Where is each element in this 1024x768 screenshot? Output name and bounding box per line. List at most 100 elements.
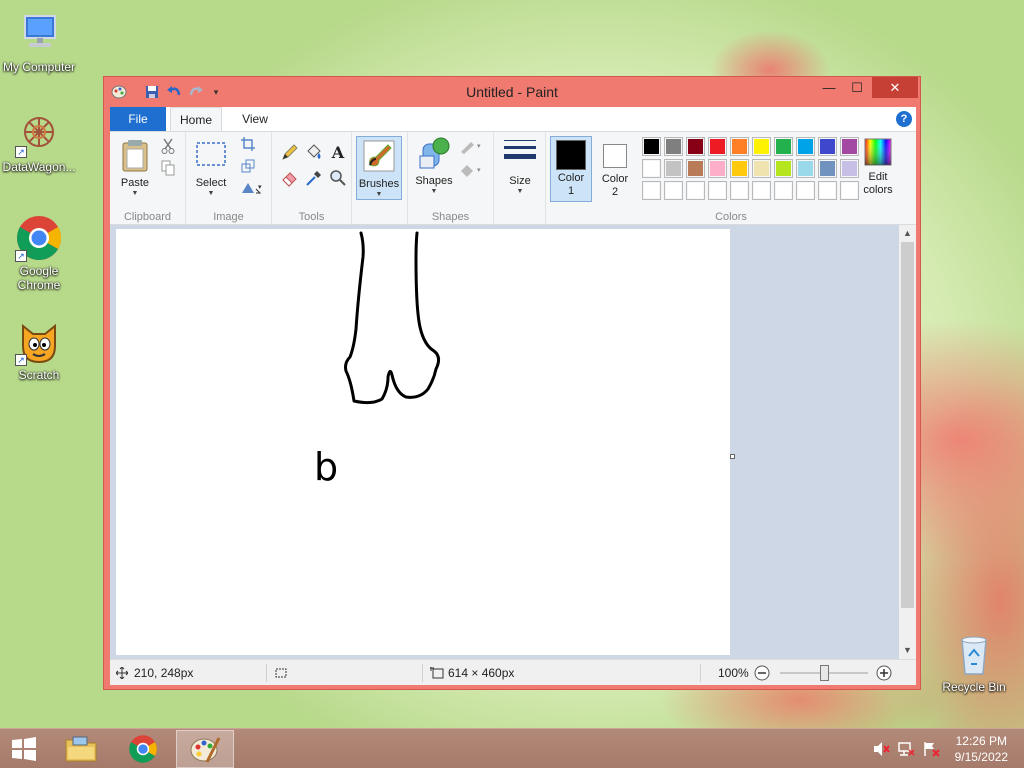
palette-swatch[interactable] xyxy=(840,159,859,178)
desktop-icon-my-computer[interactable]: My Computer xyxy=(1,10,77,74)
palette-swatch[interactable] xyxy=(642,137,661,156)
magnifier-icon[interactable] xyxy=(328,168,348,188)
palette-swatch[interactable] xyxy=(774,137,793,156)
palette-swatch[interactable] xyxy=(686,181,705,200)
title-bar[interactable]: ▾ Untitled - Paint — ☐ ✕ xyxy=(104,77,920,107)
select-button[interactable]: Select ▼ xyxy=(192,140,230,198)
color-picker-icon[interactable] xyxy=(304,168,324,188)
palette-swatch[interactable] xyxy=(840,181,859,200)
eraser-icon[interactable] xyxy=(280,168,300,188)
scrollbar-thumb[interactable] xyxy=(901,242,914,608)
palette-swatch-color xyxy=(732,139,747,154)
palette-swatch[interactable] xyxy=(708,181,727,200)
palette-swatch[interactable] xyxy=(752,159,771,178)
chevron-down-icon: ▼ xyxy=(430,188,438,195)
clipboard-group-label: Clipboard xyxy=(123,211,172,223)
palette-swatch[interactable] xyxy=(708,137,727,156)
scroll-down-icon[interactable]: ▼ xyxy=(899,642,916,659)
palette-swatch[interactable] xyxy=(708,159,727,178)
fill-icon[interactable] xyxy=(304,142,324,162)
zoom-in-icon[interactable] xyxy=(876,660,892,686)
color2-button[interactable]: Color 2 xyxy=(596,136,634,202)
palette-swatch[interactable] xyxy=(840,137,859,156)
network-icon[interactable] xyxy=(897,741,915,757)
shapes-button[interactable]: Shapes ▼ xyxy=(414,136,454,196)
desktop-icon-label: Recycle Bin xyxy=(942,680,1006,694)
taskbar-file-explorer[interactable] xyxy=(52,730,110,768)
brush-icon xyxy=(363,140,395,172)
palette-swatch[interactable] xyxy=(730,159,749,178)
paste-button[interactable]: Paste ▼ xyxy=(116,138,154,198)
minimize-button[interactable]: — xyxy=(816,77,842,98)
tab-home[interactable]: Home xyxy=(170,107,222,131)
copy-icon[interactable] xyxy=(158,158,178,178)
datawagon-icon: ↗ xyxy=(15,110,63,158)
tab-file[interactable]: File xyxy=(110,107,166,131)
brushes-button[interactable]: Brushes ▼ xyxy=(356,136,402,200)
outline-icon[interactable]: ▾ xyxy=(458,136,486,156)
volume-muted-icon[interactable] xyxy=(872,741,890,757)
palette-swatch[interactable] xyxy=(686,137,705,156)
rotate-icon[interactable]: ▾ xyxy=(238,178,266,198)
desktop-icon-google-chrome[interactable]: ↗ Google Chrome xyxy=(1,214,77,292)
select-icon xyxy=(196,142,226,166)
pencil-icon[interactable] xyxy=(280,142,300,162)
edit-colors-button[interactable]: Edit colors xyxy=(858,138,898,197)
desktop-icon-scratch[interactable]: ↗ Scratch xyxy=(1,318,77,382)
palette-swatch[interactable] xyxy=(818,159,837,178)
crop-icon[interactable] xyxy=(238,134,258,154)
palette-swatch[interactable] xyxy=(818,181,837,200)
palette-swatch[interactable] xyxy=(752,181,771,200)
help-icon[interactable]: ? xyxy=(896,111,912,127)
start-button[interactable] xyxy=(0,730,48,768)
desktop-icon-recycle-bin[interactable]: Recycle Bin xyxy=(936,630,1012,694)
maximize-button[interactable]: ☐ xyxy=(844,77,870,98)
shapes-label: Shapes xyxy=(415,175,453,187)
status-divider xyxy=(700,664,701,682)
palette-swatch[interactable] xyxy=(730,137,749,156)
palette-swatch-color xyxy=(666,183,681,198)
zoom-level: 100% xyxy=(718,666,749,680)
drawing-canvas[interactable]: b xyxy=(116,229,730,655)
chevron-down-icon: ▼ xyxy=(131,190,139,197)
palette-swatch[interactable] xyxy=(796,159,815,178)
shapes-group-label: Shapes xyxy=(431,211,470,223)
resize-icon[interactable] xyxy=(238,156,258,176)
palette-swatch[interactable] xyxy=(774,181,793,200)
zoom-slider-thumb[interactable] xyxy=(820,665,829,681)
palette-swatch[interactable] xyxy=(752,137,771,156)
taskbar-paint[interactable] xyxy=(176,730,234,768)
desktop-icon-datawagon[interactable]: ↗ DataWagon... xyxy=(1,110,77,174)
palette-swatch[interactable] xyxy=(818,137,837,156)
palette-swatch[interactable] xyxy=(774,159,793,178)
palette-swatch[interactable] xyxy=(664,181,683,200)
zoom-slider[interactable] xyxy=(780,660,868,686)
palette-swatch[interactable] xyxy=(664,159,683,178)
close-button[interactable]: ✕ xyxy=(872,77,918,98)
taskbar-chrome[interactable] xyxy=(114,730,172,768)
zoom-out-icon[interactable] xyxy=(754,660,770,686)
canvas-resize-handle[interactable] xyxy=(730,454,735,459)
cut-icon[interactable] xyxy=(158,136,178,156)
palette-swatch[interactable] xyxy=(686,159,705,178)
palette-swatch-color xyxy=(688,183,703,198)
text-icon[interactable]: A xyxy=(328,142,348,162)
color1-button[interactable]: Color 1 xyxy=(550,136,592,202)
fill-style-icon[interactable]: ▾ xyxy=(458,160,486,180)
palette-swatch-color xyxy=(710,183,725,198)
vertical-scrollbar[interactable]: ▲ ▼ xyxy=(899,225,916,659)
palette-swatch[interactable] xyxy=(642,159,661,178)
taskbar-clock[interactable]: 12:26 PM 9/15/2022 xyxy=(955,733,1008,765)
cursor-position-icon xyxy=(115,660,130,686)
palette-swatch[interactable] xyxy=(642,181,661,200)
palette-swatch-color xyxy=(644,139,659,154)
palette-swatch[interactable] xyxy=(664,137,683,156)
action-center-flag-icon[interactable] xyxy=(922,741,940,757)
tab-view[interactable]: View xyxy=(232,107,278,131)
palette-swatch[interactable] xyxy=(796,181,815,200)
size-button[interactable]: Size ▼ xyxy=(500,138,540,196)
scroll-up-icon[interactable]: ▲ xyxy=(899,225,916,242)
palette-swatch[interactable] xyxy=(730,181,749,200)
palette-swatch[interactable] xyxy=(796,137,815,156)
chevron-down-icon: ▼ xyxy=(207,190,215,197)
